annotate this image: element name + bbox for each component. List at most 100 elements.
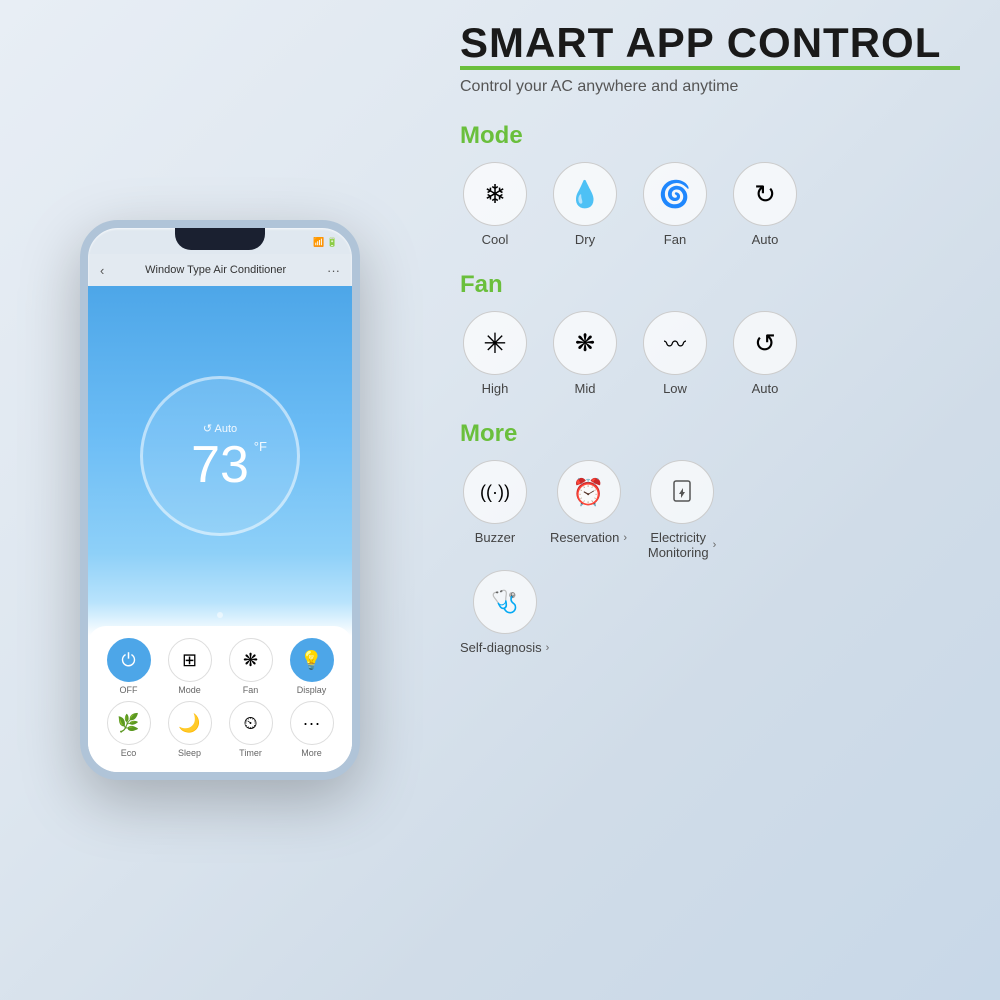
back-button[interactable]: ‹: [100, 263, 104, 278]
phone-notch: [175, 228, 265, 250]
ctrl-fan[interactable]: ❋ Fan: [229, 638, 273, 695]
mode-label: Mode: [178, 685, 201, 695]
buzzer-icon-circle[interactable]: ((·)): [463, 460, 527, 524]
mode-cool[interactable]: ❄ Cool: [460, 162, 530, 247]
mode-section: Mode ❄ Cool 💧 Dry 🌀 Fan ↻ Auto: [460, 122, 960, 253]
reservation-label-row: Reservation ›: [550, 530, 627, 545]
fan-high[interactable]: ✳ High: [460, 311, 530, 396]
ctrl-timer[interactable]: ⏲ Timer: [229, 701, 273, 758]
dry-icon-circle[interactable]: 💧: [553, 162, 617, 226]
cool-label: Cool: [482, 232, 509, 247]
electricity-arrow: ›: [713, 539, 717, 551]
reservation-label: Reservation: [550, 530, 619, 545]
timer-circle[interactable]: ⏲: [229, 701, 273, 745]
reservation-arrow: ›: [623, 532, 627, 544]
cool-icon-circle[interactable]: ❄: [463, 162, 527, 226]
auto-icon-circle[interactable]: ↻: [733, 162, 797, 226]
mode-section-label: Mode: [460, 122, 960, 150]
eco-circle[interactable]: 🌿: [107, 701, 151, 745]
mode-fan[interactable]: 🌀 Fan: [640, 162, 710, 247]
more-section-label: More: [460, 420, 960, 448]
fan-mid[interactable]: ❋ Mid: [550, 311, 620, 396]
eco-label: Eco: [121, 748, 137, 758]
more-section: More ((·)) Buzzer ⏰ Reservation ›: [460, 420, 960, 661]
more-icon-row-2: 🩺 Self-diagnosis ›: [460, 570, 960, 655]
phone-controls: ⏻ OFF ⊞ Mode ❋ Fan 💡 Di: [88, 626, 352, 772]
control-row-1: ⏻ OFF ⊞ Mode ❋ Fan 💡 Di: [98, 638, 342, 695]
more-label: More: [301, 748, 322, 758]
off-label: OFF: [120, 685, 138, 695]
ctrl-sleep[interactable]: 🌙 Sleep: [168, 701, 212, 758]
more-electricity[interactable]: ElectricityMonitoring ›: [647, 460, 717, 560]
electricity-label: ElectricityMonitoring: [648, 530, 709, 560]
display-circle[interactable]: 💡: [290, 638, 334, 682]
fan-section-label: Fan: [460, 271, 960, 299]
self-diagnosis-label-row: Self-diagnosis ›: [460, 640, 549, 655]
electricity-icon-circle[interactable]: [650, 460, 714, 524]
mode-auto[interactable]: ↻ Auto: [730, 162, 800, 247]
fan-section: Fan ✳ High ❋ Mid 〰 Low ↺ Auto: [460, 271, 960, 402]
fan-auto-icon-circle[interactable]: ↺: [733, 311, 797, 375]
dial-ring: ↺ Auto °F 73: [140, 376, 300, 536]
off-circle[interactable]: ⏻: [107, 638, 151, 682]
fan-icon-row: ✳ High ❋ Mid 〰 Low ↺ Auto: [460, 311, 960, 396]
ctrl-display[interactable]: 💡 Display: [290, 638, 334, 695]
right-panel: SMART APP CONTROL Control your AC anywhe…: [440, 0, 1000, 1000]
display-label: Display: [297, 685, 327, 695]
menu-button[interactable]: ···: [327, 263, 340, 278]
dial-temp: 73: [191, 439, 249, 491]
sleep-label: Sleep: [178, 748, 201, 758]
app-title: Window Type Air Conditioner: [145, 264, 286, 276]
control-row-2: 🌿 Eco 🌙 Sleep ⏲ Timer ···: [98, 701, 342, 758]
reservation-icon-circle[interactable]: ⏰: [557, 460, 621, 524]
green-underline: [460, 66, 960, 70]
mode-dry[interactable]: 💧 Dry: [550, 162, 620, 247]
phone-container: 📶 🔋 ‹ Window Type Air Conditioner ··· − …: [80, 220, 360, 780]
title-section: SMART APP CONTROL Control your AC anywhe…: [460, 20, 960, 114]
mode-icon-row: ❄ Cool 💧 Dry 🌀 Fan ↻ Auto: [460, 162, 960, 247]
low-icon-circle[interactable]: 〰: [643, 311, 707, 375]
subtitle: Control your AC anywhere and anytime: [460, 78, 960, 96]
dial-inner: ↺ Auto °F 73: [191, 422, 249, 491]
more-icon-row-1: ((·)) Buzzer ⏰ Reservation › Elec: [460, 460, 960, 560]
fan-label: Fan: [243, 685, 259, 695]
fan-mode-label: Fan: [664, 232, 686, 247]
fan-circle[interactable]: ❋: [229, 638, 273, 682]
main-title: SMART APP CONTROL: [460, 20, 960, 66]
self-diagnosis-arrow: ›: [546, 642, 550, 654]
ctrl-more[interactable]: ··· More: [290, 701, 334, 758]
ctrl-off[interactable]: ⏻ OFF: [107, 638, 151, 695]
more-buzzer[interactable]: ((·)) Buzzer: [460, 460, 530, 560]
more-circle[interactable]: ···: [290, 701, 334, 745]
high-icon-circle[interactable]: ✳: [463, 311, 527, 375]
phone-panel: 📶 🔋 ‹ Window Type Air Conditioner ··· − …: [0, 0, 440, 1000]
buzzer-label: Buzzer: [475, 530, 515, 545]
dial-dot: [217, 612, 223, 618]
phone-frame: 📶 🔋 ‹ Window Type Air Conditioner ··· − …: [80, 220, 360, 780]
auto-label: Auto: [752, 232, 779, 247]
thermostat-area: − ↺ Auto °F 73 +: [88, 286, 352, 626]
app-header: ‹ Window Type Air Conditioner ···: [88, 254, 352, 286]
sleep-circle[interactable]: 🌙: [168, 701, 212, 745]
status-icons-right: 📶 🔋: [313, 237, 338, 248]
fan-low[interactable]: 〰 Low: [640, 311, 710, 396]
mode-circle[interactable]: ⊞: [168, 638, 212, 682]
fan-icon-circle[interactable]: 🌀: [643, 162, 707, 226]
mid-icon-circle[interactable]: ❋: [553, 311, 617, 375]
ctrl-mode[interactable]: ⊞ Mode: [168, 638, 212, 695]
dial-unit: °F: [254, 439, 267, 454]
title-bold: APP CONTROL: [625, 19, 941, 66]
dial-mode: ↺ Auto: [191, 422, 249, 435]
more-reservation[interactable]: ⏰ Reservation ›: [550, 460, 627, 560]
more-self-diagnosis[interactable]: 🩺 Self-diagnosis ›: [460, 570, 549, 655]
title-prefix: SMART: [460, 19, 625, 66]
phone-screen: − ↺ Auto °F 73 +: [88, 286, 352, 772]
mid-label: Mid: [575, 381, 596, 396]
fan-auto[interactable]: ↺ Auto: [730, 311, 800, 396]
high-label: High: [482, 381, 509, 396]
electricity-label-row: ElectricityMonitoring ›: [648, 530, 716, 560]
ctrl-eco[interactable]: 🌿 Eco: [107, 701, 151, 758]
self-diagnosis-icon-circle[interactable]: 🩺: [473, 570, 537, 634]
fan-auto-label: Auto: [752, 381, 779, 396]
timer-label: Timer: [239, 748, 262, 758]
